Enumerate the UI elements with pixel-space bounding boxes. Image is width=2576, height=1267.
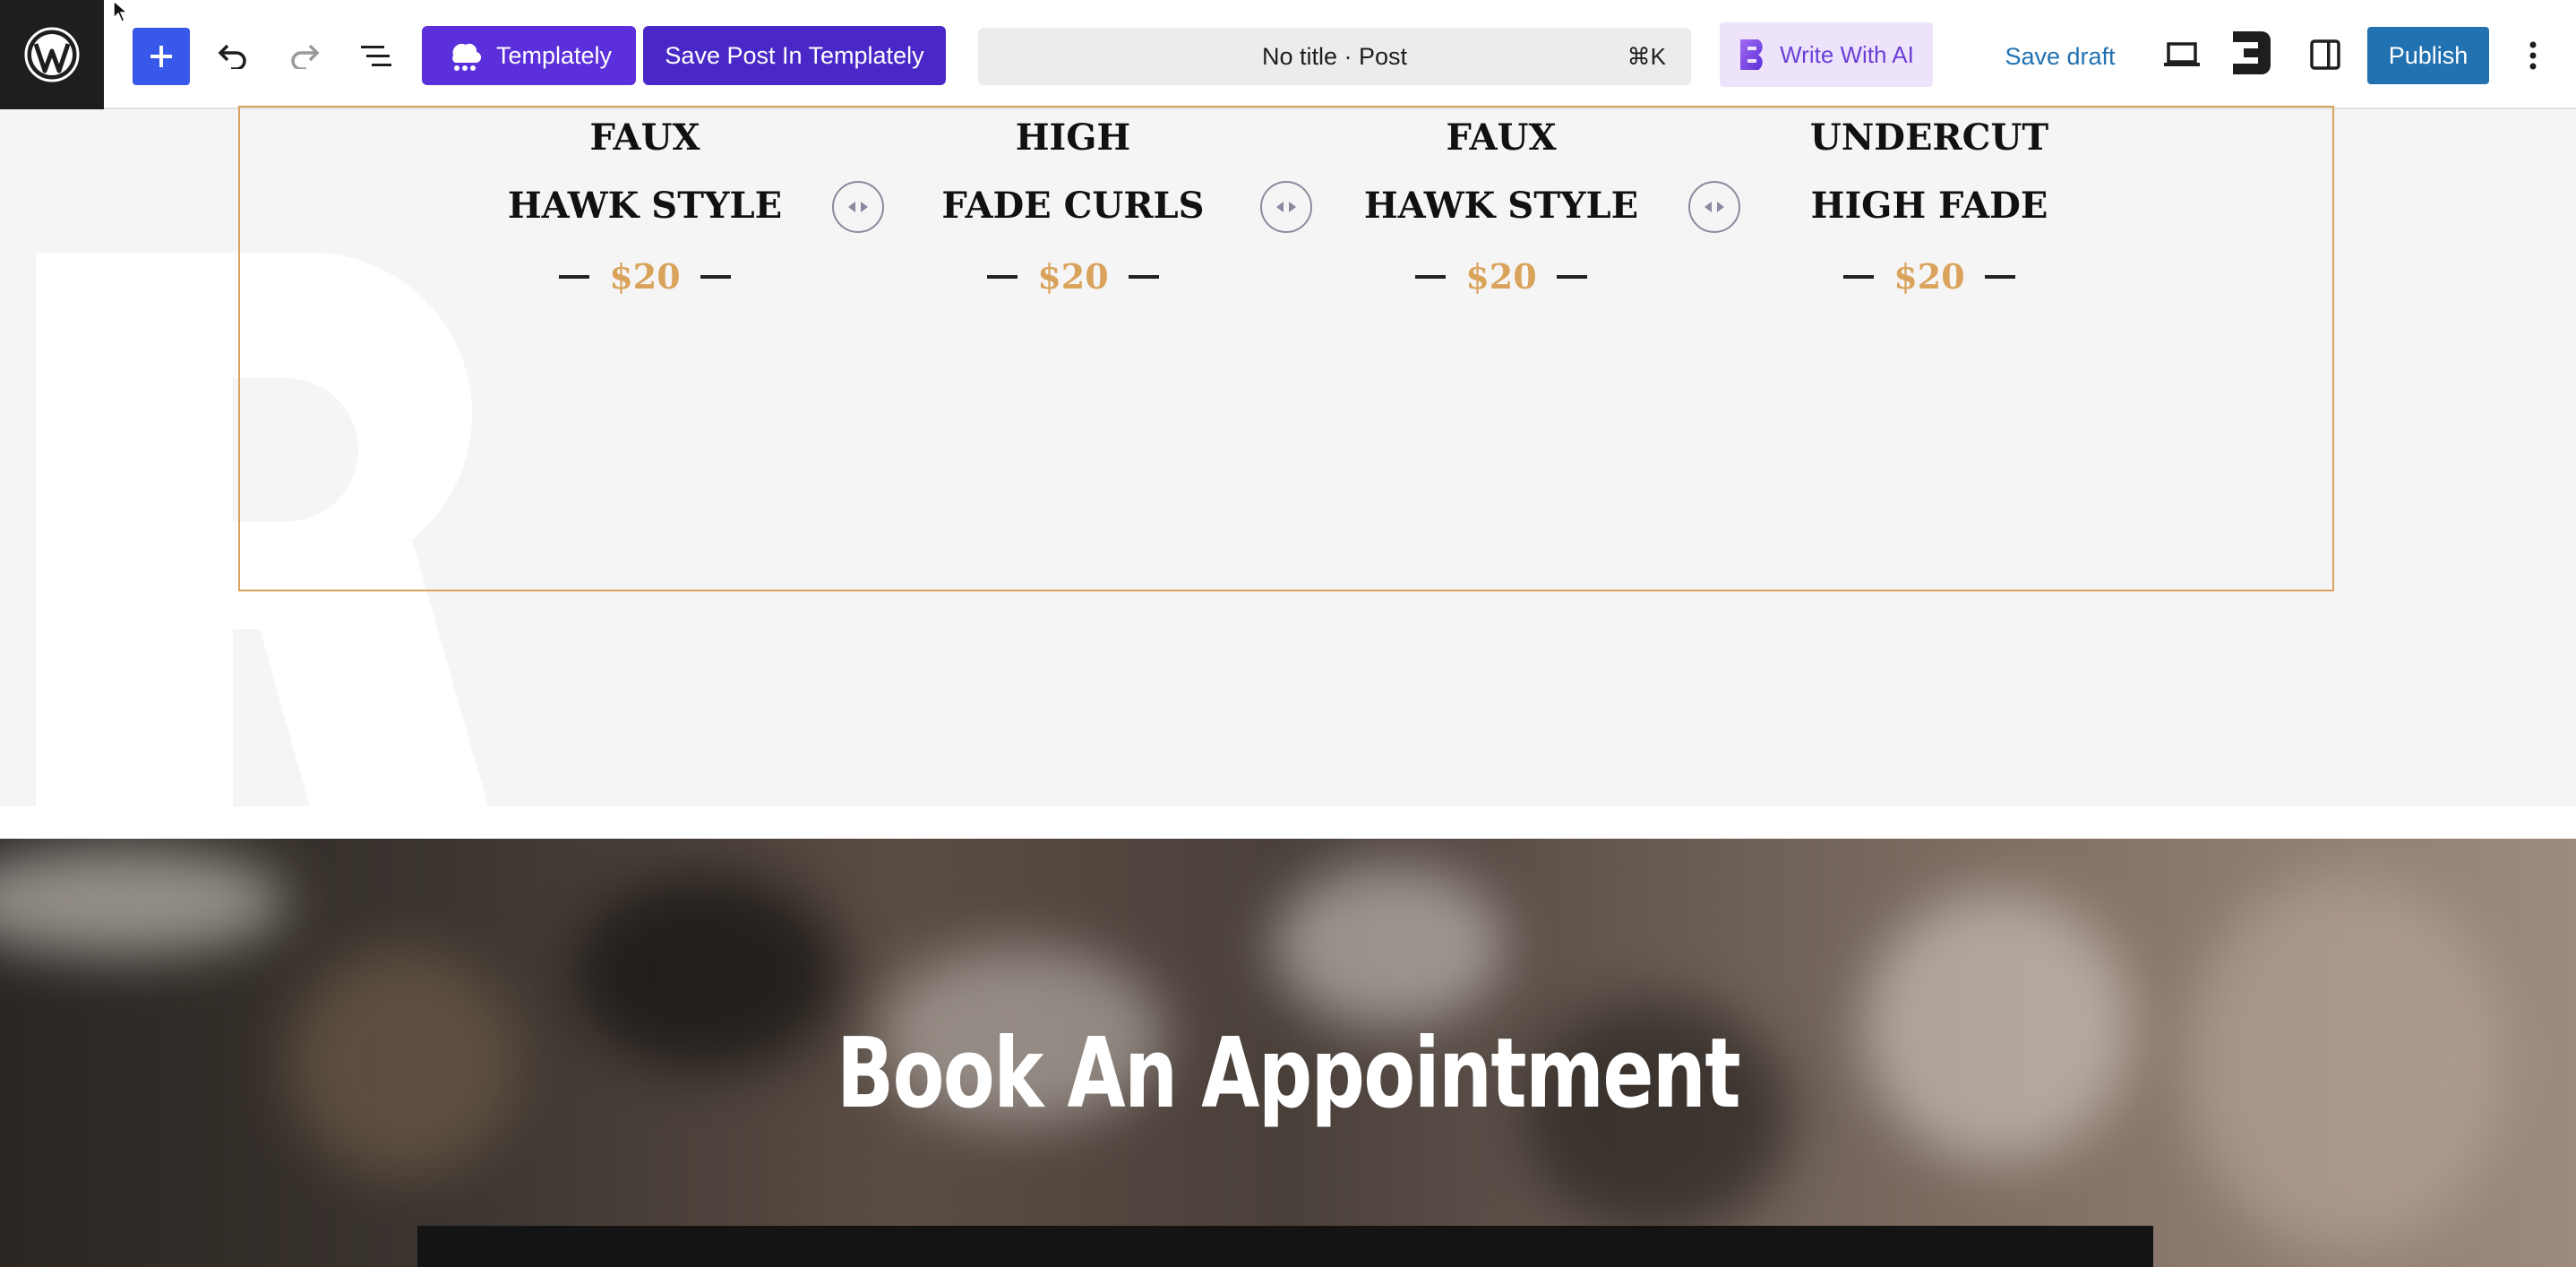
templately-icon — [452, 43, 482, 71]
editor-canvas: FAUX HAWK STYLE $20 HIGH FADE CURLS $20 — [0, 106, 2576, 1267]
plus-icon — [150, 46, 172, 67]
pricing-section[interactable]: FAUX HAWK STYLE $20 HIGH FADE CURLS $20 — [238, 106, 2334, 591]
save-post-in-templately-button[interactable]: Save Post In Templately — [643, 26, 946, 85]
publish-label: Publish — [2388, 41, 2469, 69]
elementor-button[interactable] — [2227, 28, 2277, 78]
dash-right — [700, 274, 731, 279]
service-name-line1: UNDERCUT — [1809, 116, 2049, 159]
column-resize-handle[interactable] — [1260, 181, 1312, 233]
section-separator — [0, 806, 2576, 839]
ai-logo-icon — [1740, 39, 1763, 70]
price-row: $20 — [484, 256, 806, 297]
publish-button[interactable]: Publish — [2367, 27, 2489, 84]
sidebar-toggle-icon — [2310, 39, 2340, 70]
redo-button[interactable] — [279, 30, 330, 81]
redo-icon — [291, 44, 320, 69]
document-title: No title · Post — [1261, 42, 1408, 70]
templately-button[interactable]: Templately — [422, 26, 636, 85]
undo-button[interactable] — [208, 30, 258, 81]
service-name-line2: HAWK STYLE — [507, 185, 783, 227]
resize-handle-icon — [848, 202, 868, 212]
dash-right — [1128, 274, 1159, 279]
dash-left — [987, 274, 1018, 279]
document-overview-icon — [361, 46, 391, 66]
service-name-line2: FADE CURLS — [941, 185, 1205, 227]
appointment-form-container[interactable] — [417, 1226, 2153, 1267]
price-row: $20 — [912, 256, 1234, 297]
write-with-ai-button[interactable]: Write With AI — [1720, 22, 1933, 87]
settings-sidebar-toggle[interactable] — [2300, 30, 2350, 80]
service-name-line1: FAUX — [1446, 116, 1557, 159]
wordpress-logo-icon[interactable] — [0, 0, 104, 109]
column-resize-handle[interactable] — [1688, 181, 1740, 233]
price-row: $20 — [1340, 256, 1662, 297]
command-palette-bar[interactable]: No title · Post ⌘K — [978, 28, 1691, 85]
service-name-line2: HAWK STYLE — [1363, 185, 1639, 227]
resize-handle-icon — [1276, 202, 1296, 212]
shortcut-hint: ⌘K — [1627, 43, 1666, 70]
service-price: $20 — [1893, 256, 1965, 297]
service-name-line1: HIGH — [1015, 116, 1131, 159]
mouse-cursor-icon — [113, 0, 130, 22]
add-block-button[interactable] — [133, 28, 190, 85]
more-options-icon — [2529, 41, 2537, 70]
service-price: $20 — [1037, 256, 1109, 297]
editor-toolbar: Templately Save Post In Templately No ti… — [0, 0, 2576, 109]
undo-icon — [218, 44, 246, 69]
service-price: $20 — [1465, 256, 1537, 297]
save-draft-label: Save draft — [2005, 42, 2116, 70]
service-price: $20 — [609, 256, 681, 297]
dash-right — [1984, 274, 2015, 279]
price-row: $20 — [1768, 256, 2091, 297]
resize-handle-icon — [1704, 202, 1724, 212]
service-name-line2: HIGH FADE — [1810, 185, 2048, 227]
column-resize-handle[interactable] — [832, 181, 884, 233]
service-name-line1: FAUX — [589, 116, 700, 159]
appointment-heading: Book An Appointment — [836, 1018, 1741, 1130]
save-draft-button[interactable]: Save draft — [1987, 28, 2134, 85]
dash-left — [1843, 274, 1875, 279]
dash-right — [1556, 274, 1587, 279]
more-options-button[interactable] — [2508, 30, 2558, 81]
document-overview-button[interactable] — [351, 30, 401, 81]
elementor-e-icon — [2233, 31, 2271, 74]
appointment-section[interactable]: Book An Appointment — [0, 839, 2576, 1267]
dash-left — [1415, 274, 1447, 279]
desktop-preview-icon — [2164, 42, 2200, 66]
dash-left — [559, 274, 590, 279]
ai-label: Write With AI — [1780, 40, 1914, 68]
templately-label: Templately — [495, 41, 613, 69]
save-templately-label: Save Post In Templately — [665, 41, 924, 69]
preview-button[interactable] — [2157, 30, 2207, 80]
